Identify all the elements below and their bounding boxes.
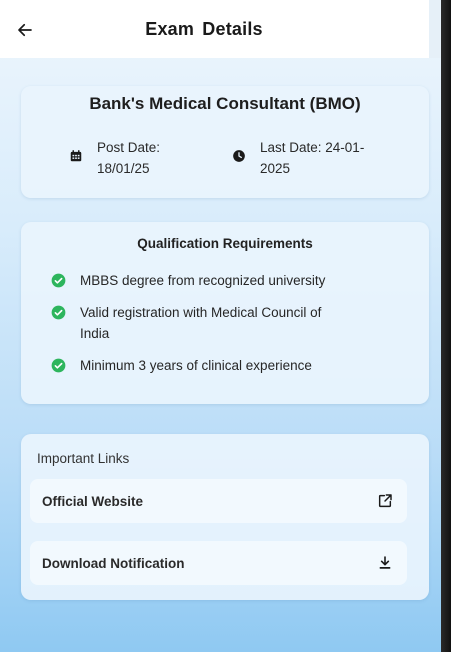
- app-bar: Exam Details: [0, 0, 429, 58]
- download-icon: [379, 556, 391, 569]
- clock-icon: [233, 150, 245, 162]
- post-date-value: 18/01/25: [97, 161, 150, 176]
- last-date-value: 2025: [260, 161, 291, 176]
- post-date-label: Post Date:: [97, 140, 161, 155]
- post-date: Post Date: 18/01/25: [69, 137, 217, 179]
- external-link-icon: [378, 494, 392, 508]
- official-website-label: Official Website: [42, 493, 144, 509]
- check-circle-icon: [51, 358, 66, 373]
- list-item: Minimum 3 years of clinical experience: [51, 355, 351, 376]
- check-circle-icon: [51, 305, 66, 320]
- important-links-card: Important Links Official Website Downloa…: [21, 434, 429, 600]
- official-website-button[interactable]: Official Website: [30, 479, 407, 523]
- page-title: Exam Details: [145, 18, 263, 39]
- calendar-icon: [70, 150, 82, 162]
- download-notification-label: Download Notification: [42, 555, 185, 571]
- list-item: MBBS degree from recognized university: [51, 270, 351, 291]
- last-date: Last Date: 24-01- 2025: [232, 137, 380, 179]
- qualification-text: Minimum 3 years of clinical experience: [80, 358, 312, 373]
- screen: Exam Details Bank's Medical Consultant (…: [0, 0, 441, 652]
- last-date-label: Last Date: 24-01-: [260, 140, 365, 155]
- exam-name: Bank's Medical Consultant (BMO): [89, 94, 361, 113]
- links-title: Important Links: [37, 451, 130, 466]
- app-bar-edge: [429, 0, 441, 58]
- qualification-title: Qualification Requirements: [137, 236, 313, 251]
- list-item: Valid registration with Medical Council …: [51, 302, 351, 344]
- qualification-list: MBBS degree from recognized university V…: [51, 270, 351, 387]
- screen-edge: [441, 0, 451, 652]
- download-notification-button[interactable]: Download Notification: [30, 541, 407, 585]
- qualification-text: MBBS degree from recognized university: [80, 273, 326, 288]
- qualification-text: Valid registration with Medical Council …: [80, 305, 322, 341]
- qualification-card: Qualification Requirements MBBS degree f…: [21, 222, 429, 404]
- exam-info-card: Bank's Medical Consultant (BMO) Post Dat…: [21, 86, 429, 198]
- check-circle-icon: [51, 273, 66, 288]
